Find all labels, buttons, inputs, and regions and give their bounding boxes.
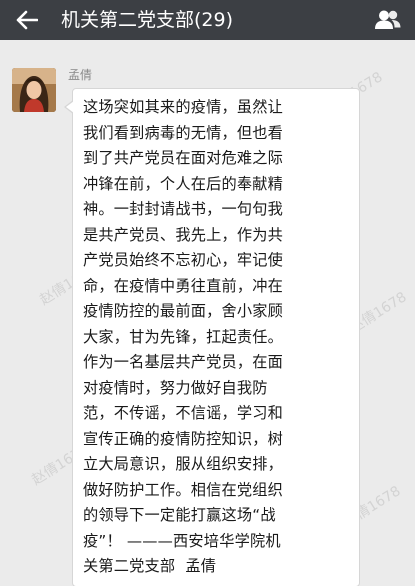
group-members-button[interactable] (371, 6, 405, 34)
message-line: 疫情防控的最前面，舍小家顾 (83, 302, 284, 320)
message-line: 做好防护工作。相信在党组织 (83, 480, 284, 499)
bubble-tail-fill (66, 101, 74, 113)
chat-title: 机关第二党支部(29) (61, 9, 234, 31)
message-line: 我们看到病毒的无情，但也看 (83, 123, 284, 142)
sender-name: 孟倩 (68, 68, 93, 82)
message-line: 对疫情时，努力做好自我防 (83, 378, 268, 397)
chat-area[interactable]: 赵倩1678 赵倩1678 赵倩1678 赵倩1678 赵倩1678 赵倩167… (0, 40, 415, 586)
arrow-left-icon (16, 10, 38, 30)
title-bar: 机关第二党支部(29) (0, 0, 415, 40)
message-line: 作为一名基层共产党员，在面 (83, 353, 284, 371)
message-line: 到了共产党员在面对危难之际 (83, 149, 284, 167)
message-line: 冲锋在前，个人在后的奉献精 (83, 174, 284, 193)
message-line: 神。一封封请战书，一句句我 (83, 200, 284, 218)
message-line: 关第二党支部 孟倩 (83, 557, 217, 575)
group-members-icon (375, 10, 401, 29)
back-button[interactable] (10, 6, 44, 34)
message-line: 产党员始终不忘初心，牢记使 (83, 251, 284, 269)
message-bubble[interactable]: 这场突如其来的疫情，虽然让 我们看到病毒的无情，但也看 到了共产党员在面对危难之际冲… (72, 88, 360, 586)
message-line: 宣传正确的疫情防控知识，树 (83, 429, 284, 448)
message-line: 大家，甘为先锋，扛起责任。 (83, 327, 284, 346)
message-line: 的领导下一定能打赢这场“战 (83, 506, 276, 524)
user-avatar-photo[interactable] (12, 68, 56, 112)
message-line: 疫”！ ———西安培华学院机 (83, 531, 281, 550)
message-line: 立大局意识，服从组织安排， (83, 455, 284, 473)
message-line: 是共产党员、我先上，作为共 (83, 225, 284, 244)
message-line: 命，在疫情中勇往直前，冲在 (83, 276, 284, 295)
message-line: 范，不传谣，不信谣，学习和 (83, 404, 284, 422)
message-line: 这场突如其来的疫情，虽然让 (83, 98, 284, 116)
